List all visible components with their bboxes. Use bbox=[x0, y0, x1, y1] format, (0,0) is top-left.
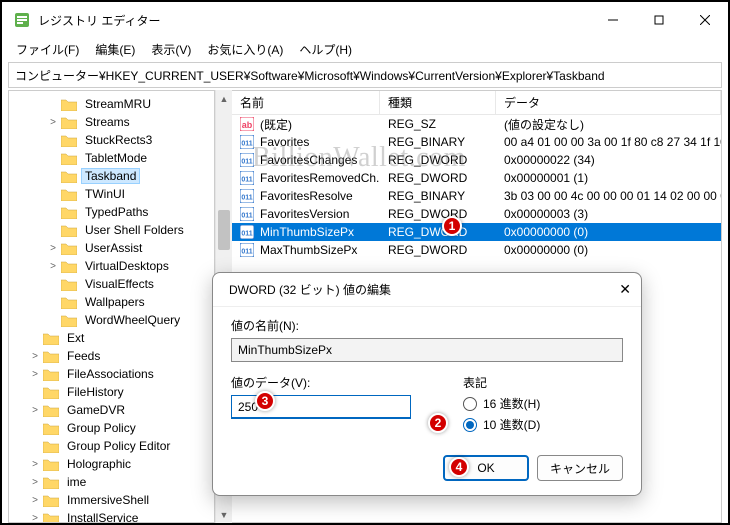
radio-dec-row[interactable]: 10 進数(D) bbox=[463, 416, 623, 433]
menubar: ファイル(F) 編集(E) 表示(V) お気に入り(A) ヘルプ(H) bbox=[2, 38, 728, 60]
window-title-area: レジストリ エディター bbox=[14, 12, 161, 29]
address-text: コンピューター¥HKEY_CURRENT_USER¥Software¥Micro… bbox=[15, 67, 605, 84]
tree-view[interactable]: StreamMRU>StreamsStuckRects3TabletModeTa… bbox=[8, 90, 215, 523]
tree-item[interactable]: Group Policy bbox=[9, 419, 214, 437]
tree-item[interactable]: Wallpapers bbox=[9, 293, 214, 311]
menu-view[interactable]: 表示(V) bbox=[145, 39, 197, 60]
radio-dec[interactable] bbox=[463, 418, 477, 432]
tree-item[interactable]: WordWheelQuery bbox=[9, 311, 214, 329]
tree-item[interactable]: >UserAssist bbox=[9, 239, 214, 257]
dialog-titlebar: DWORD (32 ビット) 値の編集 ✕ bbox=[213, 273, 641, 307]
value-row[interactable]: ab(既定)REG_SZ(値の設定なし) bbox=[232, 115, 721, 133]
tree-item[interactable]: >ime bbox=[9, 473, 214, 491]
dialog-title: DWORD (32 ビット) 値の編集 bbox=[229, 281, 391, 298]
col-name[interactable]: 名前 bbox=[232, 90, 380, 115]
cancel-button[interactable]: キャンセル bbox=[537, 455, 623, 481]
tree-item[interactable]: FileHistory bbox=[9, 383, 214, 401]
svg-text:011: 011 bbox=[241, 141, 252, 148]
tree-item[interactable]: TypedPaths bbox=[9, 203, 214, 221]
callout-4: 4 bbox=[449, 457, 469, 477]
value-rows: ab(既定)REG_SZ(値の設定なし)011FavoritesREG_BINA… bbox=[232, 115, 721, 259]
name-input[interactable] bbox=[231, 338, 623, 362]
tree-item[interactable]: StreamMRU bbox=[9, 95, 214, 113]
tree-item[interactable]: >VirtualDesktops bbox=[9, 257, 214, 275]
svg-text:011: 011 bbox=[241, 213, 252, 220]
menu-edit[interactable]: 編集(E) bbox=[89, 39, 141, 60]
tree-item[interactable]: StuckRects3 bbox=[9, 131, 214, 149]
svg-text:011: 011 bbox=[241, 195, 252, 202]
tree-item[interactable]: TabletMode bbox=[9, 149, 214, 167]
svg-text:011: 011 bbox=[241, 159, 252, 166]
value-row[interactable]: 011FavoritesChangesREG_DWORD0x00000022 (… bbox=[232, 151, 721, 169]
window-controls bbox=[590, 2, 728, 38]
tree-item[interactable]: User Shell Folders bbox=[9, 221, 214, 239]
tree-item[interactable]: >ImmersiveShell bbox=[9, 491, 214, 509]
tree-item[interactable]: >Holographic bbox=[9, 455, 214, 473]
menu-favorites[interactable]: お気に入り(A) bbox=[201, 39, 289, 60]
svg-text:ab: ab bbox=[242, 120, 253, 130]
app-icon bbox=[14, 12, 30, 28]
scroll-thumb[interactable] bbox=[218, 210, 230, 250]
address-bar[interactable]: コンピューター¥HKEY_CURRENT_USER¥Software¥Micro… bbox=[8, 62, 722, 88]
value-row[interactable]: 011FavoritesREG_BINARY00 a4 01 00 00 3a … bbox=[232, 133, 721, 151]
tree-item[interactable]: >Streams bbox=[9, 113, 214, 131]
tree-item[interactable]: Group Policy Editor bbox=[9, 437, 214, 455]
name-label: 値の名前(N): bbox=[231, 317, 623, 334]
callout-1: 1 bbox=[442, 216, 462, 236]
minimize-button[interactable] bbox=[590, 2, 636, 38]
callout-3: 3 bbox=[255, 391, 275, 411]
value-row[interactable]: 011FavoritesRemovedCh...REG_DWORD0x00000… bbox=[232, 169, 721, 187]
value-row[interactable]: 011MaxThumbSizePxREG_DWORD0x00000000 (0) bbox=[232, 241, 721, 259]
tree-item[interactable]: Ext bbox=[9, 329, 214, 347]
radio-hex-row[interactable]: 16 進数(H) bbox=[463, 395, 623, 412]
tree-item[interactable]: >Feeds bbox=[9, 347, 214, 365]
titlebar: レジストリ エディター bbox=[2, 2, 728, 38]
svg-text:011: 011 bbox=[241, 177, 252, 184]
data-label: 値のデータ(V): bbox=[231, 374, 439, 391]
value-row[interactable]: 011FavoritesResolveREG_BINARY3b 03 00 00… bbox=[232, 187, 721, 205]
tree-item[interactable]: TWinUI bbox=[9, 185, 214, 203]
column-headers: 名前 種類 データ bbox=[232, 91, 721, 115]
value-row[interactable]: 011MinThumbSizePxREG_DWORD0x00000000 (0) bbox=[232, 223, 721, 241]
menu-file[interactable]: ファイル(F) bbox=[10, 39, 85, 60]
svg-text:011: 011 bbox=[241, 231, 252, 238]
radio-dec-label: 10 進数(D) bbox=[483, 416, 540, 433]
svg-text:011: 011 bbox=[241, 249, 252, 256]
maximize-button[interactable] bbox=[636, 2, 682, 38]
callout-2: 2 bbox=[428, 413, 448, 433]
tree-item[interactable]: >GameDVR bbox=[9, 401, 214, 419]
dialog-close-button[interactable]: ✕ bbox=[619, 281, 631, 298]
scroll-up-icon[interactable]: ▲ bbox=[216, 90, 232, 107]
base-label: 表記 bbox=[463, 374, 623, 391]
scroll-down-icon[interactable]: ▼ bbox=[216, 506, 232, 523]
tree-item[interactable]: VisualEffects bbox=[9, 275, 214, 293]
radio-hex[interactable] bbox=[463, 397, 477, 411]
tree-item[interactable]: Taskband bbox=[9, 167, 214, 185]
value-row[interactable]: 011FavoritesVersionREG_DWORD0x00000003 (… bbox=[232, 205, 721, 223]
close-button[interactable] bbox=[682, 2, 728, 38]
tree-item[interactable]: >FileAssociations bbox=[9, 365, 214, 383]
col-data[interactable]: データ bbox=[496, 90, 721, 115]
radio-hex-label: 16 進数(H) bbox=[483, 395, 540, 412]
menu-help[interactable]: ヘルプ(H) bbox=[293, 39, 358, 60]
tree-item[interactable]: >InstallService bbox=[9, 509, 214, 523]
col-type[interactable]: 種類 bbox=[380, 90, 496, 115]
window-title: レジストリ エディター bbox=[38, 12, 161, 29]
edit-dword-dialog: DWORD (32 ビット) 値の編集 ✕ 値の名前(N): 値のデータ(V):… bbox=[212, 272, 642, 496]
